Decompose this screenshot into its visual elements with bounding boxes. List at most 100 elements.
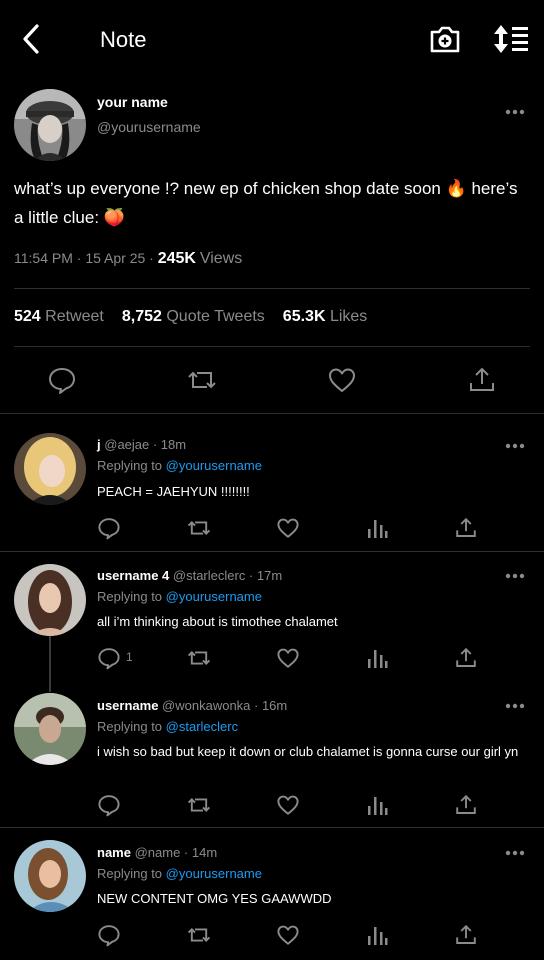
retweet-button[interactable] bbox=[187, 516, 211, 540]
page-title: Note bbox=[100, 27, 147, 52]
views-label: Views bbox=[199, 250, 243, 267]
reply-header: username @wonkawonka · 16m bbox=[97, 698, 287, 713]
share-button[interactable] bbox=[467, 365, 497, 395]
mention-link[interactable]: @yourusername bbox=[166, 589, 262, 604]
like-button[interactable] bbox=[276, 793, 300, 817]
heart-icon bbox=[277, 518, 299, 538]
replying-to: Replying to @yourusername bbox=[97, 866, 262, 881]
replying-to: Replying to @starleclerc bbox=[97, 719, 239, 734]
like-button[interactable] bbox=[276, 646, 300, 670]
replying-to: Replying to @yourusername bbox=[97, 589, 262, 604]
mention-link[interactable]: @yourusername bbox=[166, 866, 262, 881]
quote-stat[interactable]: 8,752 Quote Tweets bbox=[122, 308, 265, 325]
avatar[interactable] bbox=[14, 840, 86, 912]
comment-icon bbox=[49, 368, 75, 394]
more-icon[interactable] bbox=[505, 703, 525, 709]
like-button[interactable] bbox=[327, 365, 357, 395]
analytics-button[interactable] bbox=[365, 646, 389, 670]
camera-plus-icon bbox=[430, 26, 460, 53]
share-icon bbox=[456, 517, 476, 537]
comment-icon bbox=[98, 648, 120, 670]
share-button[interactable] bbox=[454, 646, 478, 670]
avatar[interactable] bbox=[14, 564, 86, 636]
reply-text: i wish so bad but keep it down or club c… bbox=[97, 744, 519, 759]
reply-meta: @name · 14m bbox=[134, 845, 218, 860]
tweet-text: what’s up everyone !? new ep of chicken … bbox=[14, 179, 518, 227]
top-bar: Note bbox=[0, 0, 544, 78]
reply-author-name[interactable]: username 4 bbox=[97, 568, 169, 583]
more-icon[interactable] bbox=[505, 573, 525, 579]
sort-button[interactable] bbox=[492, 23, 530, 55]
author-name[interactable]: your name bbox=[97, 94, 168, 110]
reply-text: NEW CONTENT OMG YES GAAWWDD bbox=[97, 891, 332, 906]
analytics-button[interactable] bbox=[365, 793, 389, 817]
reply-button[interactable] bbox=[97, 516, 121, 540]
share-button[interactable] bbox=[454, 516, 478, 540]
retweet-button[interactable] bbox=[187, 646, 211, 670]
share-icon bbox=[456, 924, 476, 944]
reply-action-bar bbox=[0, 793, 544, 819]
reply-action-bar: 1 bbox=[0, 646, 544, 672]
back-button[interactable] bbox=[18, 22, 46, 56]
tweet-meta: 11:54 PM · 15 Apr 25 · 245K Views bbox=[14, 250, 242, 268]
camera-button[interactable] bbox=[428, 22, 462, 56]
reply-button[interactable] bbox=[97, 646, 121, 670]
reply-meta: @wonkawonka · 16m bbox=[162, 698, 288, 713]
mention-link[interactable]: @starleclerc bbox=[166, 719, 238, 734]
divider bbox=[0, 413, 544, 414]
retweet-button[interactable] bbox=[187, 365, 217, 395]
reply-button[interactable] bbox=[47, 365, 77, 395]
avatar[interactable] bbox=[14, 89, 86, 161]
like-button[interactable] bbox=[276, 923, 300, 947]
retweet-icon bbox=[187, 798, 211, 812]
reply-action-bar bbox=[0, 516, 544, 542]
comment-icon bbox=[98, 518, 120, 540]
heart-icon bbox=[277, 925, 299, 945]
analytics-button[interactable] bbox=[365, 923, 389, 947]
share-icon bbox=[470, 367, 494, 391]
divider bbox=[0, 827, 544, 828]
bar-chart-icon bbox=[368, 797, 388, 815]
divider bbox=[14, 346, 530, 347]
reply-header: j @aejae · 18m bbox=[97, 437, 186, 452]
retweet-button[interactable] bbox=[187, 923, 211, 947]
share-button[interactable] bbox=[454, 923, 478, 947]
bar-chart-icon bbox=[368, 520, 388, 538]
more-icon[interactable] bbox=[505, 850, 525, 856]
reply-action-bar bbox=[0, 923, 544, 949]
reply-text: all i’m thinking about is timothee chala… bbox=[97, 614, 338, 629]
retweet-stat[interactable]: 524 Retweet bbox=[14, 308, 104, 325]
retweet-icon bbox=[187, 651, 211, 665]
divider bbox=[14, 288, 530, 289]
comment-icon bbox=[98, 925, 120, 947]
analytics-button[interactable] bbox=[365, 516, 389, 540]
reply-button[interactable] bbox=[97, 793, 121, 817]
sort-list-icon bbox=[494, 25, 528, 53]
share-button[interactable] bbox=[454, 793, 478, 817]
reply-button[interactable] bbox=[97, 923, 121, 947]
more-icon[interactable] bbox=[505, 109, 525, 115]
divider bbox=[0, 551, 544, 552]
reply-header: username 4 @starleclerc · 17m bbox=[97, 568, 282, 583]
reply-author-name[interactable]: name bbox=[97, 845, 131, 860]
more-icon[interactable] bbox=[505, 443, 525, 449]
mention-link[interactable]: @yourusername bbox=[166, 458, 262, 473]
views-count: 245K bbox=[157, 250, 196, 267]
reply-author-name[interactable]: j bbox=[97, 437, 101, 452]
tweet-time: 11:54 PM · 15 Apr 25 · bbox=[14, 250, 158, 266]
like-button[interactable] bbox=[276, 516, 300, 540]
avatar[interactable] bbox=[14, 433, 86, 505]
replying-to: Replying to @yourusername bbox=[97, 458, 262, 473]
tweet-action-bar bbox=[0, 365, 544, 411]
avatar[interactable] bbox=[14, 693, 86, 765]
comment-icon bbox=[98, 795, 120, 817]
chevron-left-icon bbox=[23, 24, 39, 54]
reply-meta: @aejae · 18m bbox=[104, 437, 187, 452]
bar-chart-icon bbox=[368, 650, 388, 668]
tweet-stats: 524 Retweet 8,752 Quote Tweets 65.3K Likes bbox=[14, 308, 367, 326]
likes-stat[interactable]: 65.3K Likes bbox=[283, 308, 368, 325]
reply-author-name[interactable]: username bbox=[97, 698, 158, 713]
heart-icon bbox=[277, 795, 299, 815]
retweet-button[interactable] bbox=[187, 793, 211, 817]
author-handle[interactable]: @yourusername bbox=[97, 119, 201, 135]
